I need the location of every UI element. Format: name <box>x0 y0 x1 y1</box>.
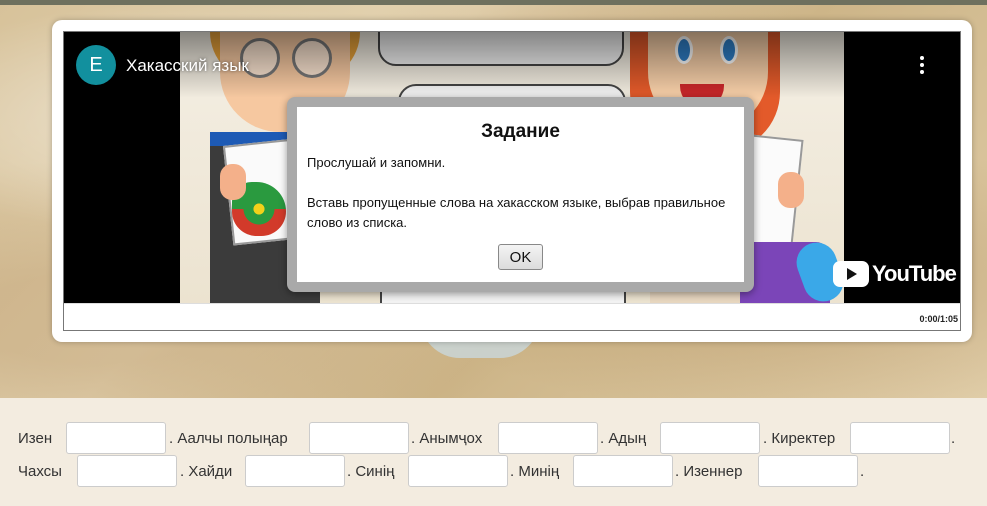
exercise-word: . Адың <box>600 430 647 447</box>
youtube-wordmark: YouTube <box>872 261 957 286</box>
video-header: E Хакасский язык <box>64 32 960 98</box>
video-title[interactable]: Хакасский язык <box>126 56 249 76</box>
exercise-word: . <box>951 430 956 447</box>
ok-button[interactable]: OK <box>498 244 543 270</box>
exercise-word: . Синің <box>347 463 395 480</box>
exercise-word: . Хайди <box>180 463 233 480</box>
exercise-word: . <box>860 463 865 480</box>
task-dialog: Задание Прослушай и запомни. Вставь проп… <box>297 107 744 282</box>
dialog-instruction-2: Вставь пропущенные слова на хакасском яз… <box>307 195 726 230</box>
answer-gap[interactable] <box>309 422 409 454</box>
playback-time: 0:00/1:05 <box>919 314 958 324</box>
youtube-logo[interactable]: YouTube <box>833 260 957 288</box>
exercise-word: . Анымҷох <box>411 430 483 447</box>
answer-gap[interactable] <box>77 455 177 487</box>
dialog-instruction-1: Прослушай и запомни. <box>307 155 446 170</box>
exercise-word: Чахсы <box>18 463 62 480</box>
answer-gap[interactable] <box>408 455 508 487</box>
answer-gap[interactable] <box>758 455 858 487</box>
more-options-icon[interactable] <box>912 54 932 78</box>
exercise-row: Изен . Аалчы полыңар . Анымҷох . Адың . … <box>0 422 987 454</box>
answer-gap[interactable] <box>66 422 166 454</box>
exercise-word: . Киректер <box>763 430 836 447</box>
boy-hand <box>220 164 246 200</box>
exercise-word: . Изеннер <box>675 463 743 480</box>
answer-gap[interactable] <box>850 422 950 454</box>
answer-gap[interactable] <box>573 455 673 487</box>
girl-hand <box>778 172 804 208</box>
answer-gap[interactable] <box>498 422 598 454</box>
exercise-word: . Аалчы полыңар <box>169 430 288 447</box>
exercise-row: Чахсы . Хайди . Синің . Минің . Изеннер … <box>0 455 987 487</box>
channel-avatar[interactable]: E <box>76 45 116 85</box>
player-controls[interactable]: 0:00/1:05 <box>64 303 960 330</box>
answer-gap[interactable] <box>245 455 345 487</box>
dialog-title: Задание <box>481 121 560 142</box>
exercise-word: . Минің <box>510 463 560 480</box>
youtube-play-icon <box>833 261 869 287</box>
dialog-body: Прослушай и запомни. Вставь пропущенные … <box>307 153 727 233</box>
exercise-word: Изен <box>18 430 53 447</box>
answer-gap[interactable] <box>660 422 760 454</box>
